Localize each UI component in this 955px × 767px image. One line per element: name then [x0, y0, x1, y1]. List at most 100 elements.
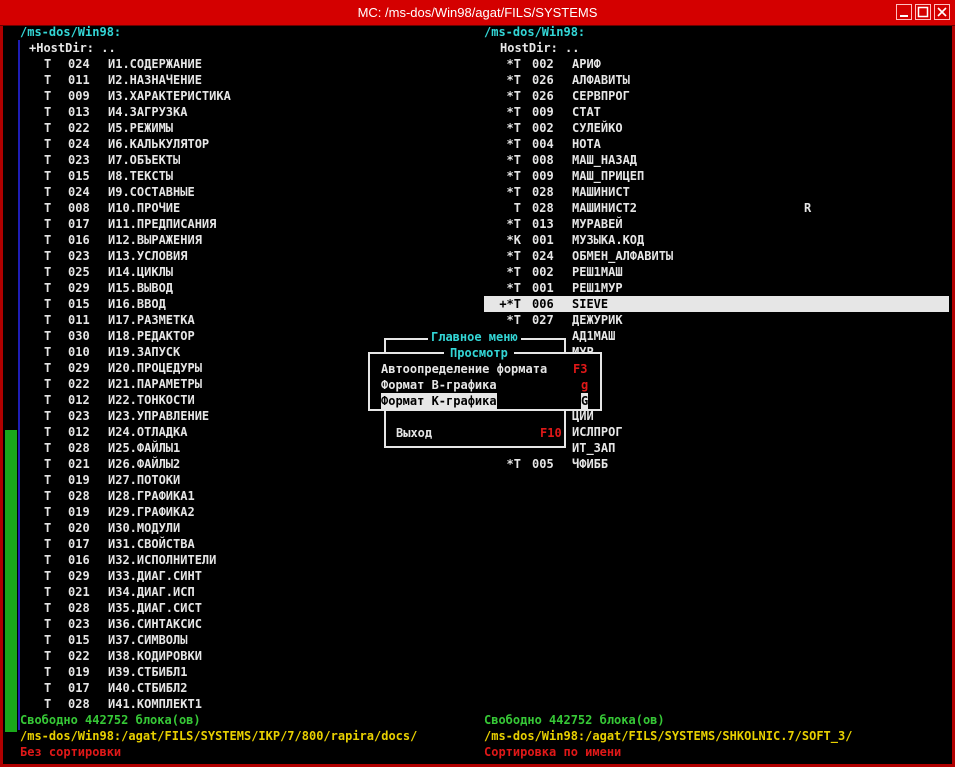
file-name: И33.ДИАГ.СИНТ	[108, 569, 202, 583]
file-name: СЕРВПРОГ	[572, 89, 630, 103]
file-size: 024	[68, 57, 90, 71]
file-row[interactable]: *T 002 АРИФ	[484, 56, 949, 72]
file-size: 006	[532, 297, 554, 311]
file-size: 027	[532, 313, 554, 327]
file-row[interactable]: T 021 И26.ФАЙЛЫ2	[20, 456, 460, 472]
file-row[interactable]: *T 009 СТАТ	[484, 104, 949, 120]
file-row[interactable]: T 017 И40.СТБИБЛ2	[20, 680, 460, 696]
file-row[interactable]: T 016 И12.ВЫРАЖЕНИЯ	[20, 232, 460, 248]
file-row[interactable]: T 023 И13.УСЛОВИЯ	[20, 248, 460, 264]
file-row[interactable]: T 011 И17.РАЗМЕТКА	[20, 312, 460, 328]
file-size: 012	[68, 393, 90, 407]
close-button[interactable]	[934, 4, 950, 20]
scroll-indicator[interactable]	[5, 430, 17, 732]
file-flag: T	[44, 393, 52, 407]
file-row[interactable]: T 024 И9.СОСТАВНЫЕ	[20, 184, 460, 200]
menu-item-b-graphics[interactable]: Формат B-графика	[381, 377, 497, 393]
file-flag: *T	[506, 217, 521, 231]
file-row[interactable]: *T 002 СУЛЕЙКО	[484, 120, 949, 136]
file-row[interactable]: T 009 И3.ХАРАКТЕРИСТИКА	[20, 88, 460, 104]
file-flag: *T	[506, 121, 521, 135]
file-row[interactable]: T 017 И11.ПРЕДПИСАНИЯ	[20, 216, 460, 232]
file-row[interactable]: *T 004 НОТА	[484, 136, 949, 152]
file-row[interactable]: T 019 И27.ПОТОКИ	[20, 472, 460, 488]
file-row[interactable]: T 023 И36.СИНТАКСИС	[20, 616, 460, 632]
file-name: И27.ПОТОКИ	[108, 473, 181, 487]
file-flag: *T	[506, 105, 521, 119]
file-size: 028	[532, 201, 554, 215]
file-row[interactable]: T 028 И41.КОМПЛЕКТ1	[20, 696, 460, 712]
file-size: 015	[68, 297, 90, 311]
file-size: 023	[68, 153, 90, 167]
maximize-button[interactable]	[915, 4, 931, 20]
file-size: 004	[532, 137, 554, 151]
file-row[interactable]: T 016 И32.ИСПОЛНИТЕЛИ	[20, 552, 460, 568]
file-flag: T	[44, 217, 52, 231]
file-row[interactable]: *T 005 ЧФИББ	[484, 456, 949, 472]
file-name: МАШ_НАЗАД	[572, 153, 638, 167]
file-row[interactable]: T 017 И31.СВОЙСТВА	[20, 536, 460, 552]
window-title: MC: /ms-dos/Win98/agat/FILS/SYSTEMS	[357, 5, 598, 20]
file-row[interactable]: T 028 И28.ГРАФИКА1	[20, 488, 460, 504]
file-name: И1.СОДЕРЖАНИЕ	[108, 57, 202, 71]
file-flag: T	[44, 473, 52, 487]
file-row[interactable]: T 022 И38.КОДИРОВКИ	[20, 648, 460, 664]
right-sort-mode: Сортировка по имени	[484, 745, 622, 759]
file-flag: T	[44, 153, 52, 167]
file-row[interactable]: T 028 МАШИНИСТ2 R	[484, 200, 949, 216]
file-row[interactable]: T 019 И29.ГРАФИКА2	[20, 504, 460, 520]
file-size: 028	[532, 185, 554, 199]
file-row[interactable]: T 015 И16.ВВОД	[20, 296, 460, 312]
file-row[interactable]: T 008 И10.ПРОЧИЕ	[20, 200, 460, 216]
file-row[interactable]: T 015 И37.СИМВОЛЫ	[20, 632, 460, 648]
file-row[interactable]: T 029 И15.ВЫВОД	[20, 280, 460, 296]
file-row[interactable]: T 020 И30.МОДУЛИ	[20, 520, 460, 536]
file-size: 023	[68, 249, 90, 263]
menu-item-exit[interactable]: Выход	[396, 425, 432, 441]
right-panel-hostdir[interactable]: HostDir: ..	[500, 40, 579, 56]
left-panel-hostdir[interactable]: +HostDir: ..	[29, 40, 116, 56]
file-row[interactable]: *T 027 ДЕЖУРИК	[484, 312, 949, 328]
file-row[interactable]: *T 028 МАШИНИСТ	[484, 184, 949, 200]
file-name: МУЗЫКА.КОД	[572, 233, 645, 247]
file-name: И17.РАЗМЕТКА	[108, 313, 195, 327]
file-name: И36.СИНТАКСИС	[108, 617, 202, 631]
file-row[interactable]: *T 013 МУРАВЕЙ	[484, 216, 949, 232]
file-row[interactable]: T 028 И35.ДИАГ.СИСТ	[20, 600, 460, 616]
main-menu-title: Главное меню	[428, 329, 521, 345]
file-row[interactable]: *T 009 МАШ_ПРИЦЕП	[484, 168, 949, 184]
file-name: И6.КАЛЬКУЛЯТОР	[108, 137, 210, 151]
file-row[interactable]: *T 024 ОБМЕН_АЛФАВИТЫ	[484, 248, 949, 264]
file-row[interactable]: T 015 И8.ТЕКСТЫ	[20, 168, 460, 184]
file-size: 017	[68, 537, 90, 551]
file-row-selected[interactable]: +*T 006 SIEVE	[484, 296, 949, 312]
file-name: И30.МОДУЛИ	[108, 521, 181, 535]
file-flag: T	[44, 329, 52, 343]
file-flag: *T	[506, 265, 521, 279]
file-row[interactable]: *T 001 РЕШ1МУР	[484, 280, 949, 296]
file-name: И25.ФАЙЛЫ1	[108, 441, 181, 455]
minimize-button[interactable]	[896, 4, 912, 20]
file-name: И31.СВОЙСТВА	[108, 537, 195, 551]
file-size: 011	[68, 73, 90, 87]
file-row[interactable]: T 021 И34.ДИАГ.ИСП	[20, 584, 460, 600]
file-row[interactable]: *T 026 СЕРВПРОГ	[484, 88, 949, 104]
file-size: 019	[68, 473, 90, 487]
file-row[interactable]: T 029 И33.ДИАГ.СИНТ	[20, 568, 460, 584]
file-row[interactable]: T 023 И7.ОБЪЕКТЫ	[20, 152, 460, 168]
file-row[interactable]: *K 001 МУЗЫКА.КОД	[484, 232, 949, 248]
menu-item-k-graphics[interactable]: Формат K-графика	[381, 393, 497, 409]
menu-item-auto-format[interactable]: Автоопределение формата	[381, 361, 547, 377]
file-row[interactable]: *T 008 МАШ_НАЗАД	[484, 152, 949, 168]
file-row[interactable]: T 013 И4.ЗАГРУЗКА	[20, 104, 460, 120]
file-row[interactable]: *T 002 РЕШ1МАШ	[484, 264, 949, 280]
file-name: МАШИНИСТ2	[572, 201, 638, 215]
file-row[interactable]: T 011 И2.НАЗНАЧЕНИЕ	[20, 72, 460, 88]
file-row[interactable]: *T 026 АЛФАВИТЫ	[484, 72, 949, 88]
file-row[interactable]: T 022 И5.РЕЖИМЫ	[20, 120, 460, 136]
file-row[interactable]: T 024 И6.КАЛЬКУЛЯТОР	[20, 136, 460, 152]
file-row[interactable]: T 019 И39.СТБИБЛ1	[20, 664, 460, 680]
file-name: АРИФ	[572, 57, 601, 71]
file-row[interactable]: T 024 И1.СОДЕРЖАНИЕ	[20, 56, 460, 72]
file-row[interactable]: T 025 И14.ЦИКЛЫ	[20, 264, 460, 280]
